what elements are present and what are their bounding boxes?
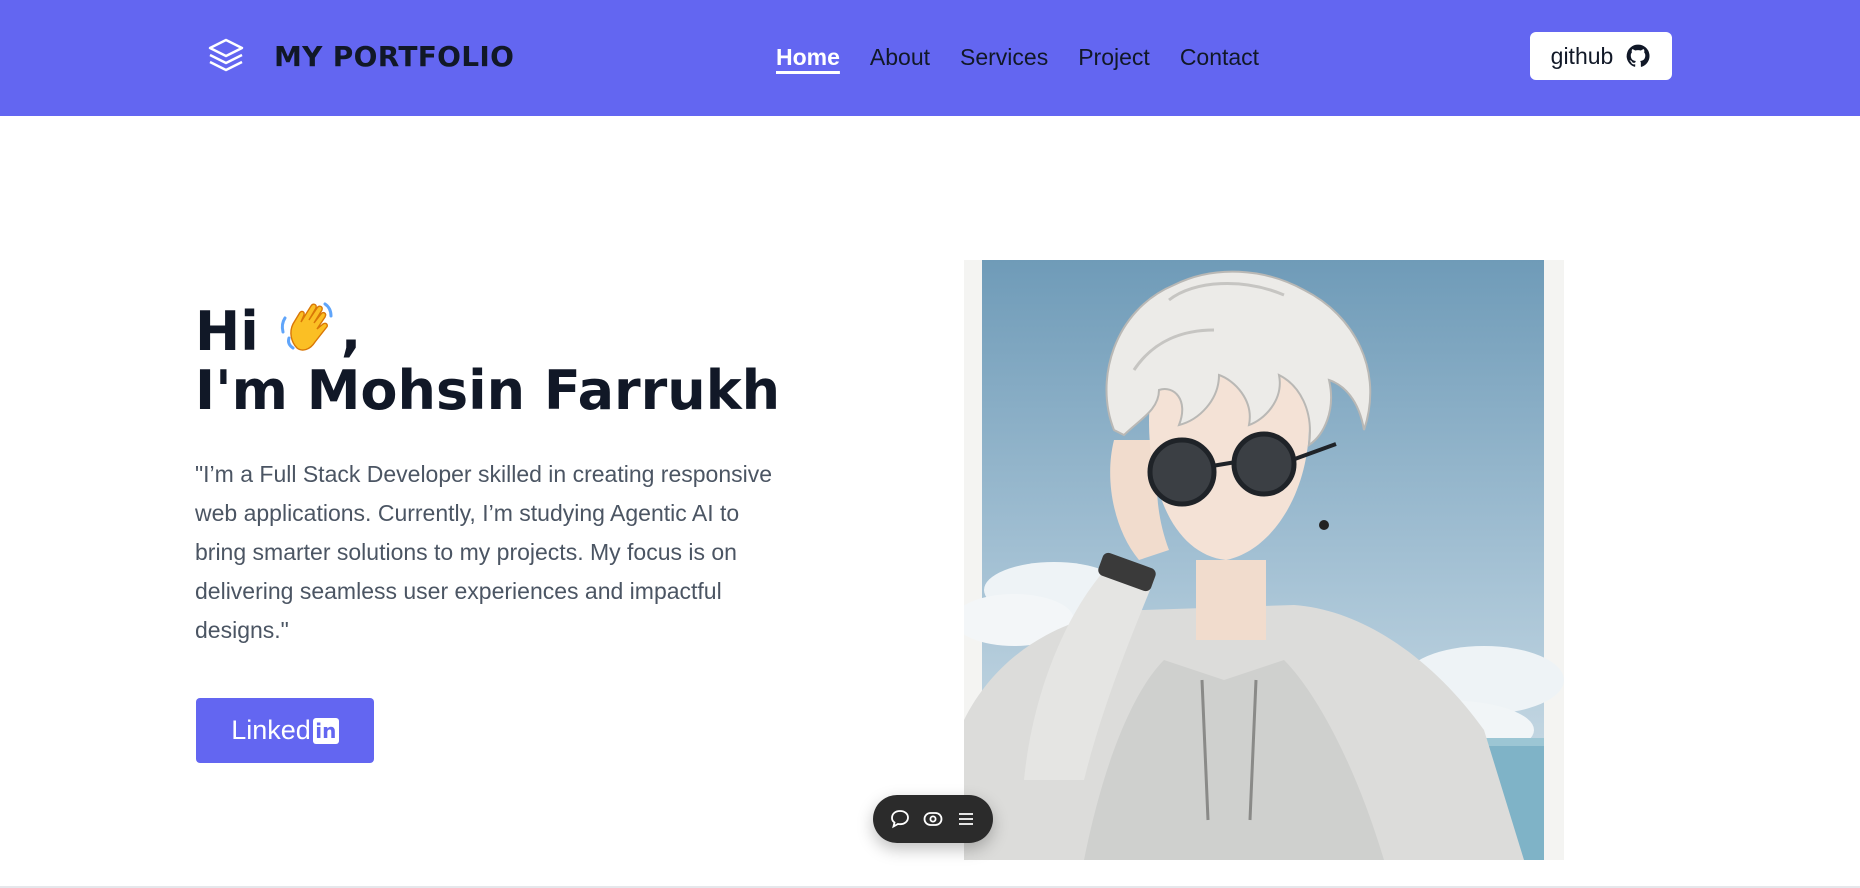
nav-about[interactable]: About — [870, 42, 930, 72]
hero-name: I'm Mohsin Farrukh — [195, 359, 781, 422]
comment-icon[interactable] — [889, 808, 911, 830]
nav-project[interactable]: Project — [1078, 42, 1150, 72]
profile-portrait — [964, 260, 1564, 860]
github-label: github — [1550, 42, 1614, 69]
greeting-text: Hi — [195, 300, 259, 363]
hero-greeting: Hi , — [195, 298, 361, 363]
main-nav: Home About Services Project Contact — [776, 42, 1289, 72]
linkedin-label: Linked — [231, 715, 311, 745]
floating-toolbar — [873, 795, 993, 843]
layers-icon — [204, 34, 248, 78]
brand-title: MY PORTFOLIO — [274, 39, 515, 73]
linkedin-button[interactable]: Linked in — [196, 698, 374, 763]
greeting-comma: , — [340, 300, 362, 363]
nav-contact[interactable]: Contact — [1180, 42, 1259, 72]
github-icon — [1625, 43, 1651, 69]
top-navbar: MY PORTFOLIO Home About Services Project… — [0, 0, 1860, 116]
eye-icon[interactable] — [922, 808, 944, 830]
brand[interactable]: MY PORTFOLIO — [204, 34, 514, 78]
nav-home[interactable]: Home — [776, 42, 840, 72]
menu-icon[interactable] — [955, 808, 977, 830]
linkedin-icon: in — [312, 717, 339, 744]
waving-hand-icon — [277, 298, 335, 356]
nav-services[interactable]: Services — [960, 42, 1048, 72]
github-button[interactable]: github — [1530, 32, 1672, 80]
hero-bio: "I’m a Full Stack Developer skilled in c… — [195, 461, 773, 643]
